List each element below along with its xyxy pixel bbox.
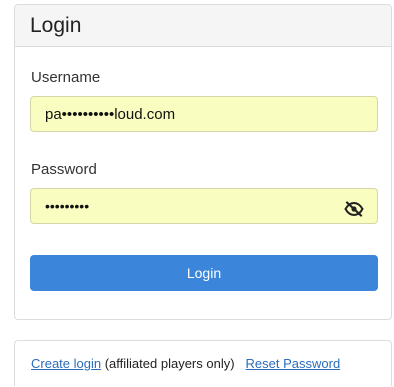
login-card-header: Login	[15, 5, 391, 47]
login-button[interactable]: Login	[30, 255, 378, 291]
login-card: Login Username Password Login	[14, 4, 392, 320]
username-label: Username	[31, 69, 101, 86]
affiliated-note: (affiliated players only)	[101, 356, 235, 371]
eye-slash-icon	[344, 201, 364, 217]
username-input[interactable]	[30, 96, 378, 132]
password-label: Password	[31, 161, 97, 178]
login-footer: Create login (affiliated players only) R…	[14, 340, 392, 386]
reset-password-link[interactable]: Reset Password	[246, 356, 341, 371]
create-login-link[interactable]: Create login	[31, 356, 101, 371]
login-title: Login	[30, 13, 82, 37]
password-input[interactable]	[30, 188, 378, 224]
show-password-toggle[interactable]	[341, 199, 367, 219]
